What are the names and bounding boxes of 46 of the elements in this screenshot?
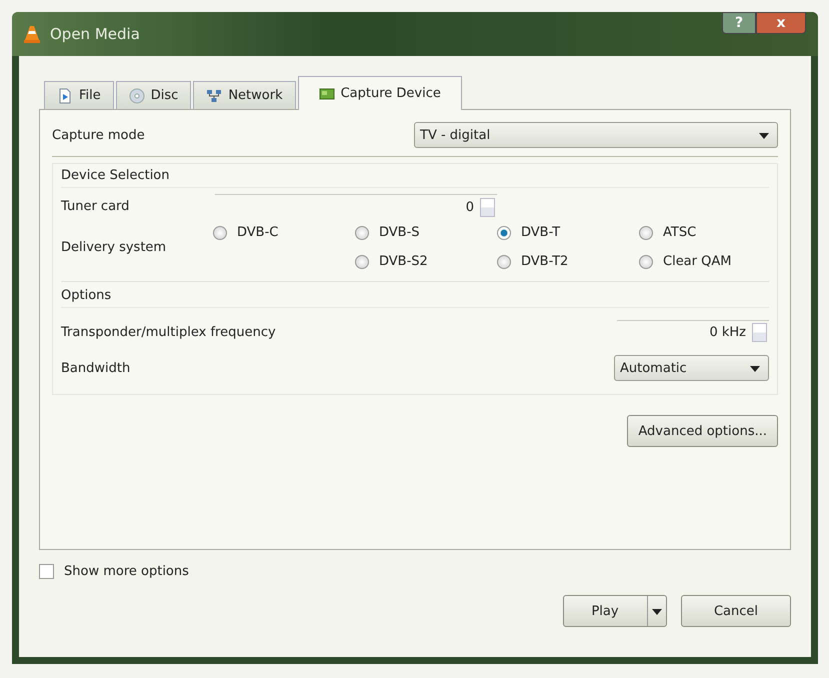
caret-icon [750, 366, 760, 372]
network-icon [206, 88, 222, 104]
card-icon [318, 86, 335, 102]
radio-button[interactable] [497, 254, 511, 268]
radio-button[interactable] [639, 226, 653, 240]
tuner-card-spinbox[interactable]: 0 [215, 194, 497, 219]
tab[interactable]: Network [193, 81, 296, 109]
radio-option[interactable]: Clear QAM [639, 254, 781, 269]
spin-arrows-icon [752, 323, 767, 342]
group-title: Device Selection [61, 164, 769, 188]
bandwidth-label: Bandwidth [61, 360, 132, 376]
frequency-label: Transponder/multiplex frequency [61, 324, 276, 340]
frequency-spinbox[interactable]: 0 kHz [617, 320, 769, 344]
radio-button[interactable] [639, 254, 653, 268]
caret-icon [759, 133, 769, 139]
radio-button[interactable] [355, 226, 369, 240]
bandwidth-dropdown[interactable]: Automatic [614, 355, 769, 381]
radio-button[interactable] [213, 226, 227, 240]
radio-option[interactable]: DVB-S2 [355, 254, 497, 269]
group-title: Options [61, 284, 769, 308]
delivery-system-label: Delivery system [61, 240, 168, 254]
play-button[interactable]: Play [563, 595, 667, 627]
radio-button[interactable] [497, 226, 511, 240]
radio-option[interactable]: DVB-S [355, 225, 497, 240]
file-icon [57, 88, 73, 104]
disc-icon [128, 88, 145, 104]
advanced-options-button[interactable]: Advanced options... [627, 415, 778, 447]
radio-option[interactable]: DVB-T2 [497, 254, 639, 269]
capture-mode-label: Capture mode [52, 128, 145, 142]
cone-icon [24, 25, 40, 43]
radio-option[interactable]: ATSC [639, 225, 781, 240]
show-more-checkbox[interactable]: Show more options [39, 564, 791, 579]
capture-mode-dropdown[interactable]: TV - digital [414, 122, 778, 148]
window-title: Open Media [50, 25, 141, 43]
radio-option[interactable]: DVB-C [213, 225, 355, 240]
spin-arrows-icon [480, 198, 495, 216]
caret-icon [652, 609, 662, 615]
radio-option[interactable]: DVB-T [497, 225, 639, 240]
close-button[interactable]: x [756, 12, 806, 34]
radio-button[interactable] [355, 254, 369, 268]
cancel-button[interactable]: Cancel [681, 595, 791, 627]
tab[interactable]: Disc [116, 81, 192, 109]
tuner-card-label: Tuner card [61, 199, 130, 214]
tab[interactable]: File [44, 81, 114, 109]
checkbox[interactable] [39, 564, 54, 579]
tab[interactable]: Capture Device [298, 76, 462, 110]
